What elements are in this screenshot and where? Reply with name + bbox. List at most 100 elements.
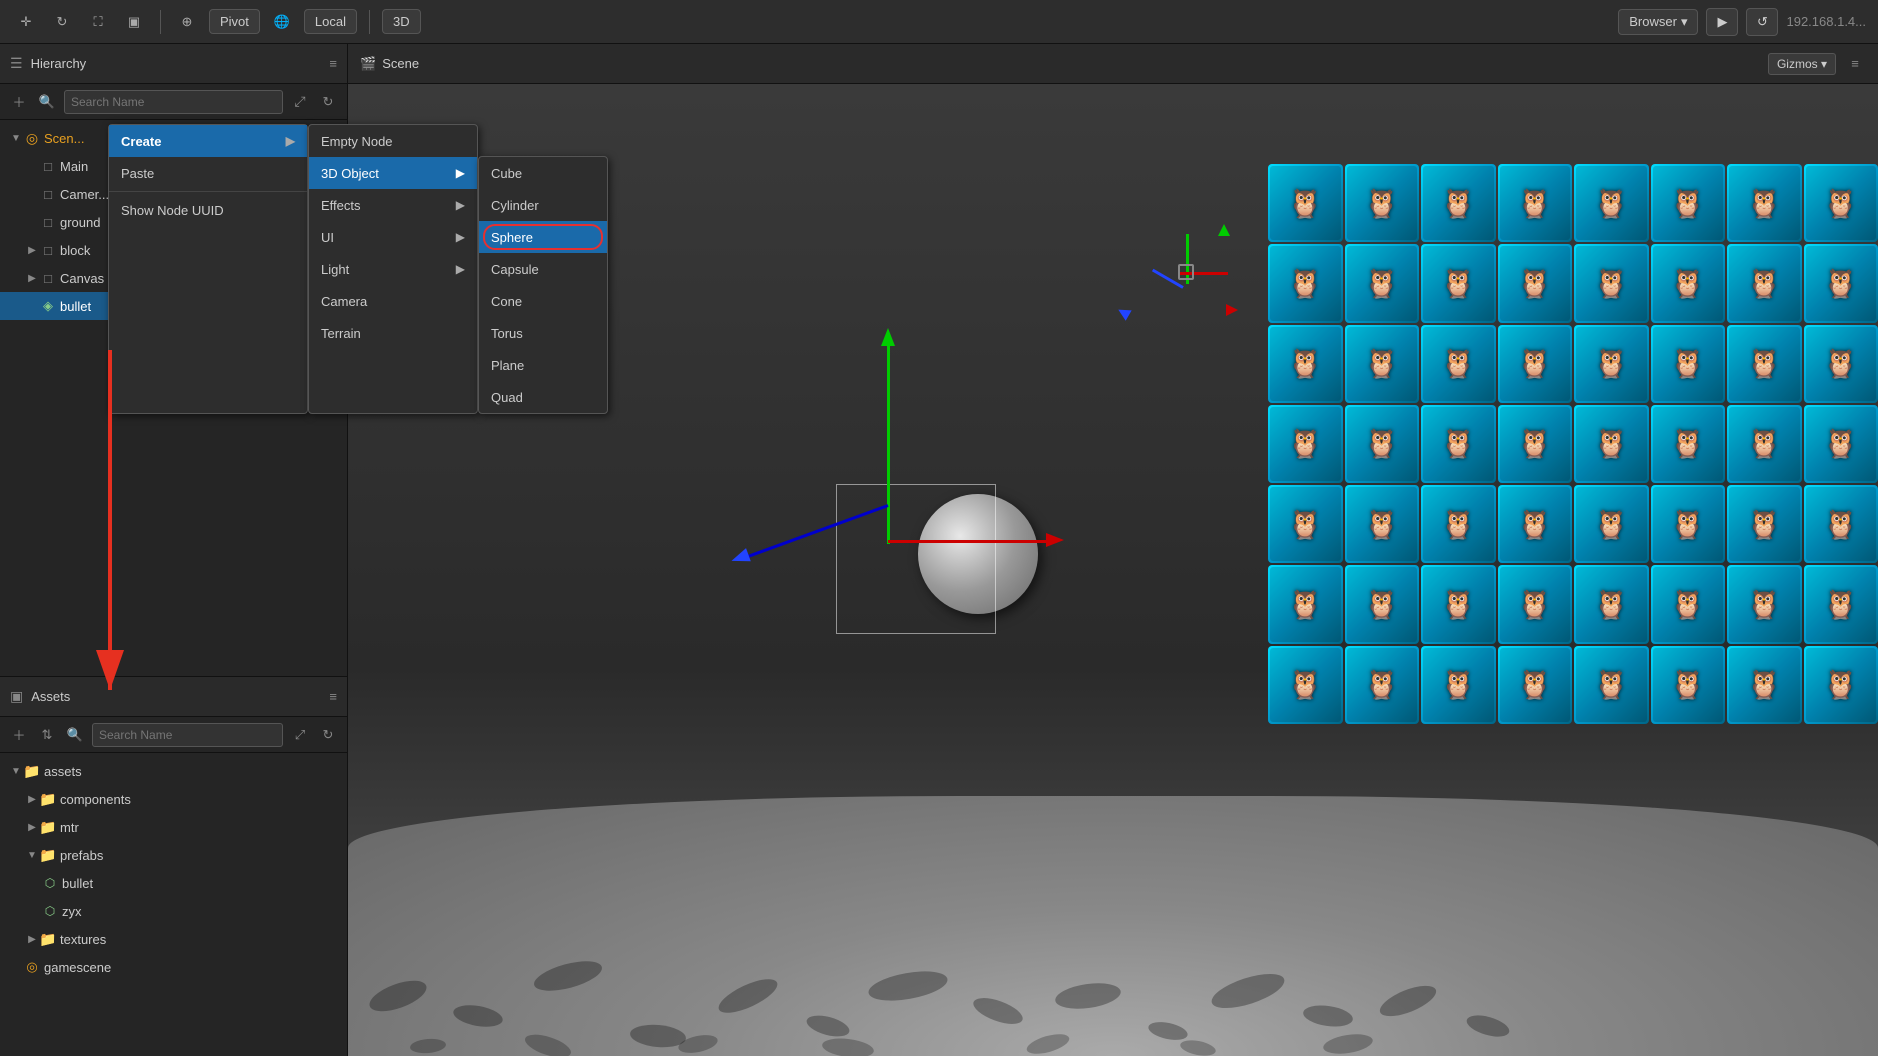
pivot-icon[interactable]: ⊕ (173, 8, 201, 36)
assets-item-gamescene[interactable]: ◎ gamescene (0, 953, 347, 981)
ctx-paste-item[interactable]: Paste (109, 157, 307, 189)
ctx-sphere-label: Sphere (491, 230, 533, 245)
ctx-ui[interactable]: UI ▶ (309, 221, 477, 253)
pivot-button[interactable]: Pivot (209, 9, 260, 34)
scene-tab[interactable]: 🎬 Scene (360, 56, 419, 72)
cube-cell: 🦉 (1421, 485, 1496, 563)
hierarchy-panel-header: ☰ Hierarchy ≡ (0, 44, 347, 84)
ctx-capsule-label: Capsule (491, 262, 539, 277)
frame-icon[interactable]: ▣ (120, 8, 148, 36)
ctx-cylinder[interactable]: Cylinder (479, 189, 607, 221)
cube-cell: 🦉 (1345, 565, 1420, 643)
cube-cell: 🦉 (1804, 405, 1878, 483)
ctx-light[interactable]: Light ▶ (309, 253, 477, 285)
assets-item-bullet[interactable]: ⬡ bullet (0, 869, 347, 897)
gamescene-icon: ◎ (24, 959, 40, 975)
assets-panel: ▣ Assets ≡ ＋ ⇅ 🔍 ⤢ ↻ ▼ 📁 assets (0, 676, 347, 1056)
cube-wall: 🦉 🦉 🦉 🦉 🦉 🦉 🦉 🦉 🦉 🦉 🦉 🦉 🦉 🦉 🦉 🦉 🦉 🦉 🦉 (1268, 164, 1878, 724)
ctx-cone-label: Cone (491, 294, 522, 309)
globe-icon[interactable]: 🌐 (268, 8, 296, 36)
assets-item-zyx[interactable]: ⬡ zyx (0, 897, 347, 925)
ctx-terrain[interactable]: Terrain (309, 317, 477, 349)
ip-address: 192.168.1.4... (1786, 14, 1866, 29)
ctx-camera[interactable]: Camera (309, 285, 477, 317)
gizmo-z-axis (747, 504, 889, 558)
ctx-cone[interactable]: Cone (479, 285, 607, 317)
cube-cell: 🦉 (1421, 325, 1496, 403)
assets-expand-icon[interactable]: ⤢ (289, 724, 311, 746)
cube-cell: 🦉 (1345, 405, 1420, 483)
ctx-torus[interactable]: Torus (479, 317, 607, 349)
ctx-effects-arrow: ▶ (456, 198, 465, 212)
play-button[interactable]: ▶ (1706, 8, 1738, 36)
canvas-arrow: ▶ (24, 270, 40, 286)
cube-cell: 🦉 (1727, 646, 1802, 724)
assets-item-mtr[interactable]: ▶ 📁 mtr (0, 813, 347, 841)
canvas-icon: □ (40, 270, 56, 286)
cube-cell: 🦉 (1651, 485, 1726, 563)
assets-add-icon[interactable]: ＋ (8, 724, 30, 746)
local-button[interactable]: Local (304, 9, 357, 34)
textures-arrow: ▶ (24, 931, 40, 947)
assets-refresh-icon[interactable]: ↻ (317, 724, 339, 746)
cube-cell: 🦉 (1498, 646, 1573, 724)
cube-cell: 🦉 (1421, 565, 1496, 643)
cube-cell: 🦉 (1804, 485, 1878, 563)
bullet-icon: ◈ (40, 298, 56, 314)
cube-cell: 🦉 (1421, 646, 1496, 724)
refresh-icon[interactable]: ↻ (48, 8, 76, 36)
gizmos-button[interactable]: Gizmos ▾ (1768, 53, 1836, 75)
context-menu-container: Create ▶ Paste Show Node UUID Empty Node… (108, 124, 608, 414)
hierarchy-icon: ☰ (10, 55, 23, 72)
cg-y-arrow (1218, 224, 1230, 236)
assets-item-prefabs[interactable]: ▼ 📁 prefabs (0, 841, 347, 869)
scene-header: 🎬 Scene Gizmos ▾ ≡ (348, 44, 1878, 84)
scene-menu-icon[interactable]: ≡ (1844, 53, 1866, 75)
hierarchy-search-toggle[interactable]: 🔍 (36, 91, 58, 113)
hierarchy-refresh-icon[interactable]: ↻ (317, 91, 339, 113)
assets-sort-icon[interactable]: ⇅ (36, 724, 58, 746)
ctx-create-item[interactable]: Create ▶ (109, 125, 307, 157)
ctx-effects-label: Effects (321, 198, 361, 213)
hierarchy-search-input[interactable] (64, 90, 283, 114)
hierarchy-expand-icon[interactable]: ⤢ (289, 91, 311, 113)
ground-arrow (24, 214, 40, 230)
scene-tab-label: Scene (382, 56, 419, 71)
zyx-prefab-icon: ⬡ (42, 903, 58, 919)
step-button[interactable]: ↺ (1746, 8, 1778, 36)
cube-cell: 🦉 (1498, 485, 1573, 563)
maximize-icon[interactable]: ⛶ (84, 8, 112, 36)
assets-item-root[interactable]: ▼ 📁 assets (0, 757, 347, 785)
3d-mode-button[interactable]: 3D (382, 9, 421, 34)
cg-x-arrow (1226, 304, 1238, 316)
cube-cell: 🦉 (1651, 405, 1726, 483)
cube-cell: 🦉 (1574, 565, 1649, 643)
hierarchy-add-icon[interactable]: ＋ (8, 91, 30, 113)
ctx-quad[interactable]: Quad (479, 381, 607, 413)
assets-toolbar: ＋ ⇅ 🔍 ⤢ ↻ (0, 717, 347, 753)
ctx-sphere[interactable]: Sphere (479, 221, 607, 253)
browser-button[interactable]: Browser ▾ (1618, 9, 1698, 35)
gizmo-y-arrow (881, 328, 895, 346)
cube-cell: 🦉 (1727, 485, 1802, 563)
ground-label: ground (60, 215, 100, 230)
assets-search-icon[interactable]: 🔍 (64, 724, 86, 746)
ctx-capsule[interactable]: Capsule (479, 253, 607, 285)
assets-search-input[interactable] (92, 723, 283, 747)
ctx-empty-node[interactable]: Empty Node (309, 125, 477, 157)
ctx-effects[interactable]: Effects ▶ (309, 189, 477, 221)
assets-item-components[interactable]: ▶ 📁 components (0, 785, 347, 813)
ctx-ui-label: UI (321, 230, 334, 245)
ctx-show-uuid-item[interactable]: Show Node UUID (109, 194, 307, 226)
ctx-3d-object-label: 3D Object (321, 166, 379, 181)
assets-item-textures[interactable]: ▶ 📁 textures (0, 925, 347, 953)
ctx-3d-object[interactable]: 3D Object ▶ (309, 157, 477, 189)
ctx-cube[interactable]: Cube (479, 157, 607, 189)
cube-cell: 🦉 (1345, 485, 1420, 563)
context-menu-create-sub: Empty Node 3D Object ▶ Effects ▶ UI ▶ Li… (308, 124, 478, 414)
hierarchy-menu-icon[interactable]: ≡ (329, 56, 337, 71)
move-tool-icon[interactable]: ✛ (12, 8, 40, 36)
ctx-plane[interactable]: Plane (479, 349, 607, 381)
components-arrow: ▶ (24, 791, 40, 807)
assets-menu-icon[interactable]: ≡ (329, 689, 337, 704)
